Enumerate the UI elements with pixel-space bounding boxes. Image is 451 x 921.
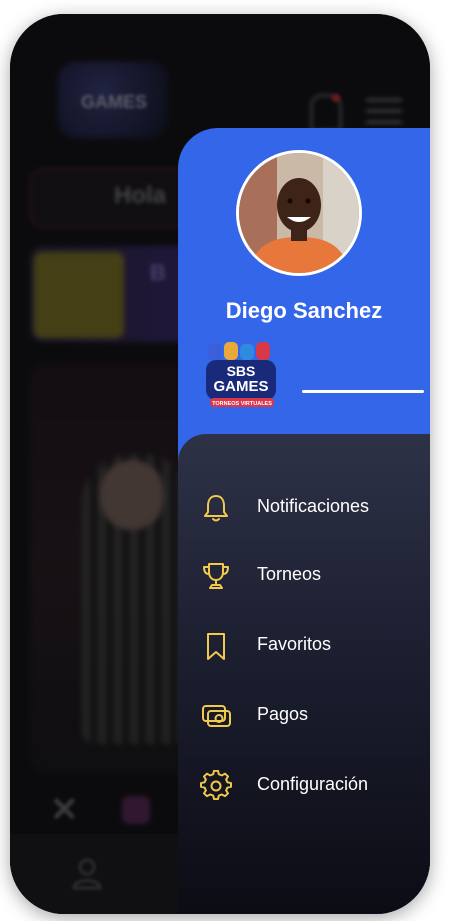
- trophy-icon: [200, 560, 232, 592]
- side-drawer: Diego Sanchez SBS GAMES TORNEOS VIRTUALE…: [178, 128, 430, 914]
- payments-icon: [200, 700, 232, 732]
- brand-divider: [302, 390, 424, 393]
- drawer-menu: Notificaciones Torneos Favoritos Pagos C…: [178, 434, 430, 914]
- menu-item-favoritos[interactable]: Favoritos: [178, 618, 430, 674]
- menu-label-favoritos: Favoritos: [257, 634, 332, 654]
- bell-icon: [200, 492, 232, 524]
- phone-frame: GAMES Hola B ✕ Diego Sanchez SBS GAMES T…: [10, 14, 430, 914]
- brand-line1: SBS: [227, 363, 256, 379]
- bookmark-icon: [200, 630, 232, 662]
- sbs-games-logo: SBS GAMES TORNEOS VIRTUALES: [202, 342, 282, 412]
- menu-label-pagos: Pagos: [257, 704, 309, 724]
- menu-item-notificaciones[interactable]: Notificaciones: [178, 480, 430, 536]
- menu-item-torneos[interactable]: Torneos: [178, 548, 430, 604]
- user-name: Diego Sanchez: [225, 298, 383, 323]
- menu-item-configuracion[interactable]: Configuración: [178, 758, 430, 814]
- gear-icon: [200, 770, 232, 802]
- menu-item-pagos[interactable]: Pagos: [178, 688, 430, 744]
- menu-label-configuracion: Configuración: [257, 774, 369, 794]
- profile-header: Diego Sanchez SBS GAMES TORNEOS VIRTUALE…: [178, 128, 430, 428]
- avatar[interactable]: [236, 150, 362, 276]
- brand-line2: GAMES: [213, 378, 268, 395]
- menu-label-torneos: Torneos: [257, 564, 322, 584]
- menu-label-notificaciones: Notificaciones: [257, 496, 370, 516]
- brand-tagline: TORNEOS VIRTUALES: [212, 401, 272, 407]
